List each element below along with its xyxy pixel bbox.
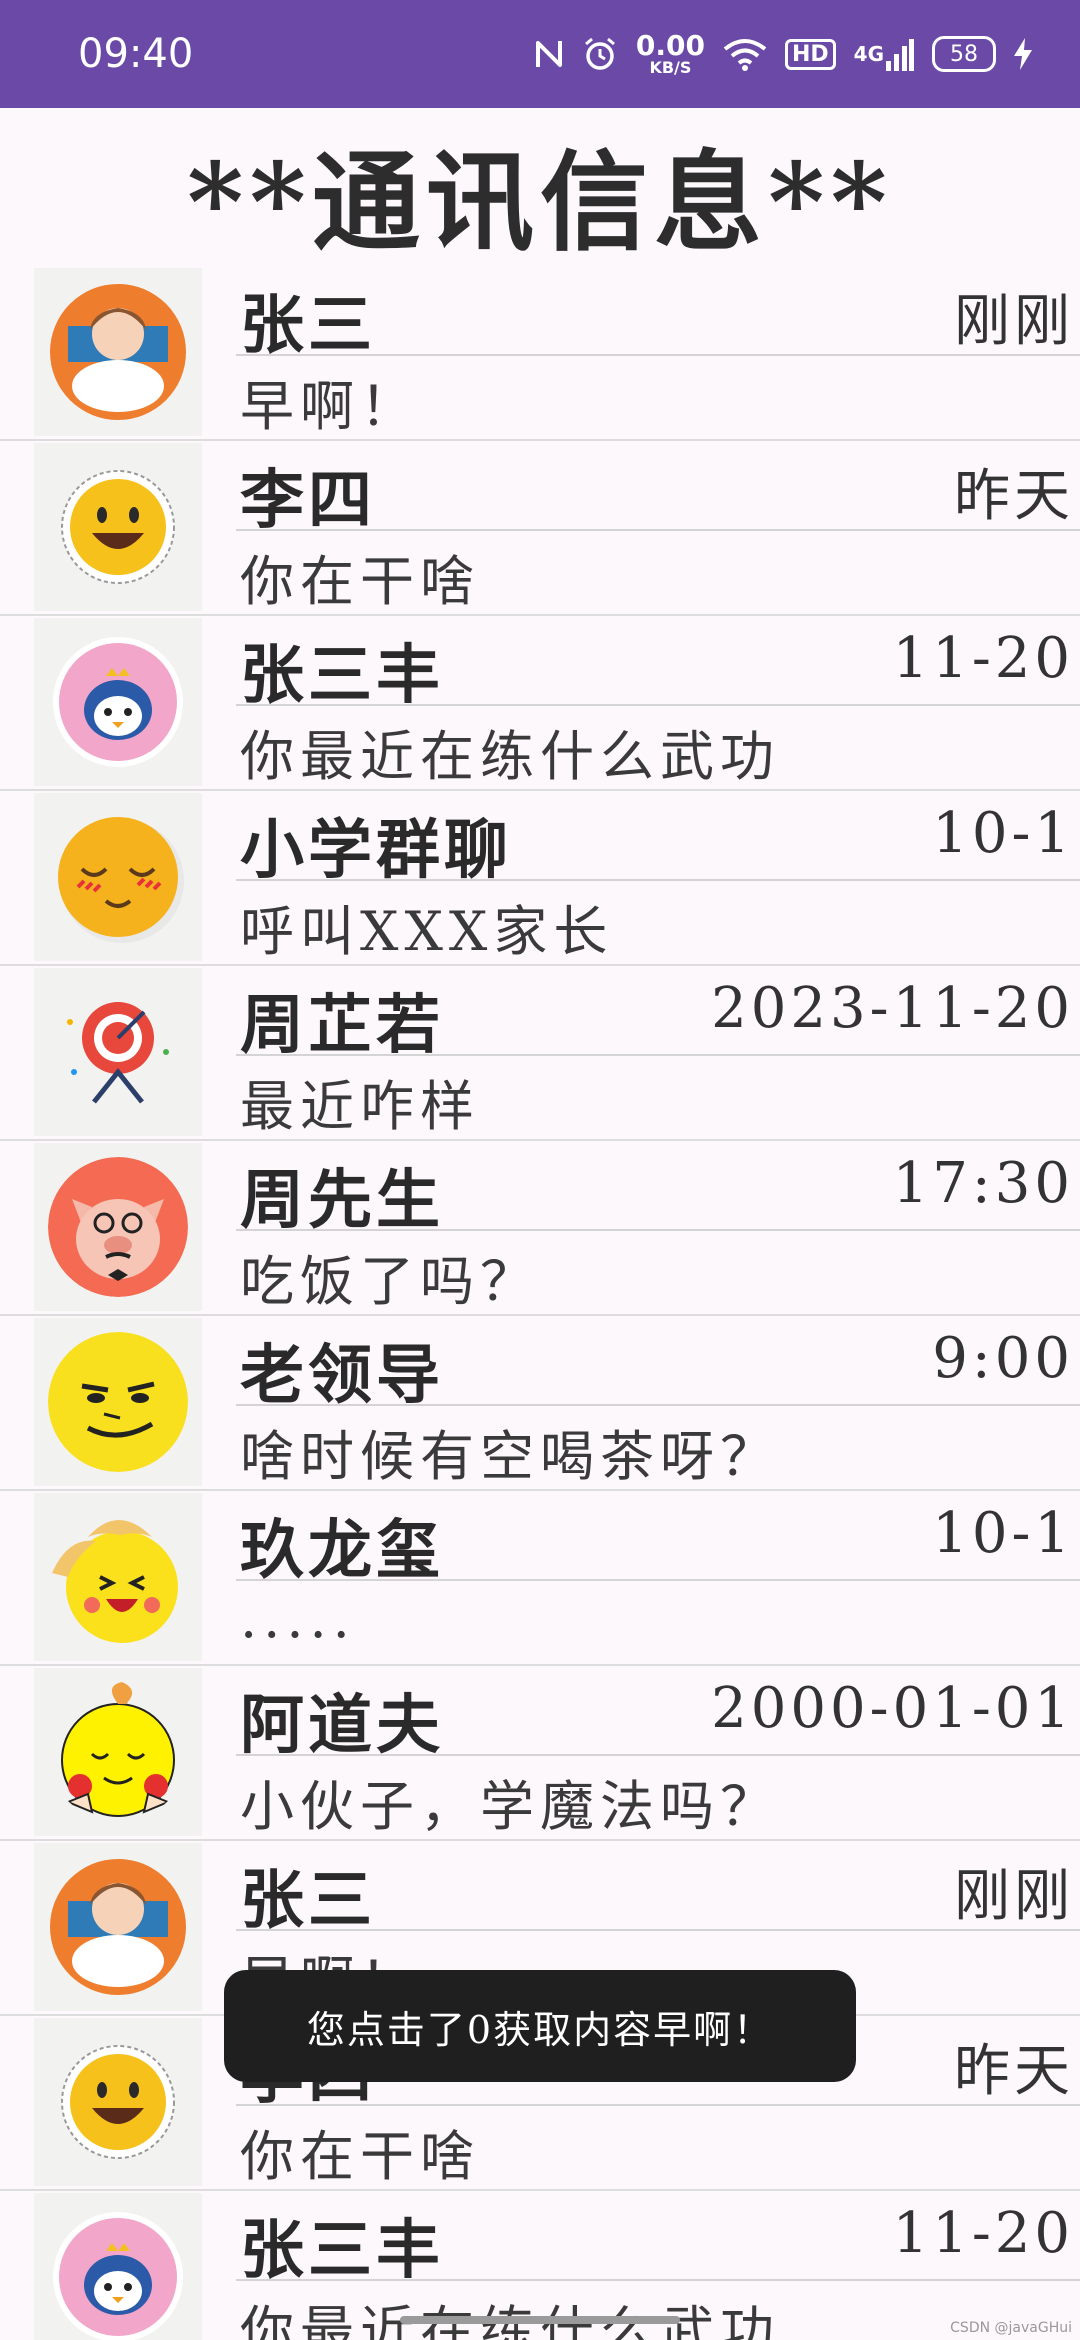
contact-message: 你在干啥 — [240, 2125, 480, 2188]
avatar — [34, 268, 202, 436]
battery-level: 58 — [932, 36, 996, 72]
avatar — [34, 1668, 202, 1836]
girl-avatar-icon — [48, 1857, 188, 1997]
row-divider — [236, 354, 1080, 356]
contact-message: 你最近在练什么武功 — [240, 725, 780, 788]
avatar — [34, 2193, 202, 2340]
row-divider — [236, 1754, 1080, 1756]
contact-message: 呼叫XXX家长 — [240, 900, 614, 963]
avatar — [34, 1318, 202, 1486]
contact-time: 刚刚 — [954, 289, 1074, 354]
contact-message: 啥时候有空喝茶呀？ — [240, 1425, 780, 1488]
contact-row[interactable]: 阿道夫 2000-01-01 小伙子，学魔法吗？ — [0, 1666, 1080, 1841]
gesture-nav-bar[interactable] — [400, 2316, 680, 2324]
alarm-icon — [582, 36, 618, 72]
contact-time: 10-1 — [932, 801, 1074, 866]
contact-row[interactable]: 小学群聊 10-1 呼叫XXX家长 — [0, 791, 1080, 966]
contact-message: 吃饭了吗？ — [240, 1250, 540, 1313]
avatar — [34, 443, 202, 611]
contact-time: 10-1 — [932, 1501, 1074, 1566]
contact-message: 早啊！ — [240, 375, 420, 438]
contact-message: 小伙子，学魔法吗？ — [240, 1775, 780, 1838]
smirk-face-avatar-icon — [48, 1332, 188, 1472]
row-divider — [236, 1229, 1080, 1231]
row-divider — [236, 704, 1080, 706]
contact-name: 张三 — [240, 1863, 376, 1938]
contact-name: 周芷若 — [240, 988, 444, 1063]
contact-message: ..... — [240, 1587, 356, 1650]
smiley-avatar-icon — [48, 2032, 188, 2172]
charging-icon — [1014, 38, 1032, 70]
net-speed-unit: KB/S — [649, 58, 692, 77]
contact-row[interactable]: 李四 昨天你在干啥 — [0, 441, 1080, 616]
contact-time: 2023-11-20 — [711, 976, 1074, 1041]
contact-name: 小学群聊 — [240, 813, 512, 888]
net-speed: 0.00 KB/S — [636, 32, 705, 76]
row-divider — [236, 529, 1080, 531]
row-divider — [236, 1579, 1080, 1581]
row-divider — [236, 1054, 1080, 1056]
contact-name: 李四 — [240, 463, 376, 538]
contact-time: 17:30 — [892, 1151, 1074, 1216]
avatar — [34, 2018, 202, 2186]
row-divider — [236, 1929, 1080, 1931]
penguin-avatar-icon — [48, 2207, 188, 2340]
target-avatar-icon — [48, 982, 188, 1122]
avatar — [34, 793, 202, 961]
hd-badge: HD — [784, 38, 836, 70]
contact-row[interactable]: 张三丰 11-20 你最近在练什么武功 — [0, 616, 1080, 791]
contact-row[interactable]: 周芷若 2023-11-20 最近咋样 — [0, 966, 1080, 1141]
wifi-icon — [723, 37, 767, 71]
row-divider — [236, 879, 1080, 881]
contact-name: 张三 — [240, 288, 376, 363]
avatar — [34, 1843, 202, 2011]
toast-message: 您点击了0获取内容早啊！ — [224, 1970, 856, 2082]
contact-row[interactable]: 周先生 17:30 吃饭了吗？ — [0, 1141, 1080, 1316]
page-title: **通讯信息** — [187, 140, 893, 266]
avatar — [34, 1143, 202, 1311]
contact-message: 最近咋样 — [240, 1075, 480, 1138]
contact-name: 周先生 — [240, 1163, 444, 1238]
contact-name: 张三丰 — [240, 638, 444, 713]
signal-icon: 4G — [854, 37, 914, 71]
contact-time: 昨天 — [954, 464, 1074, 529]
contact-message: 你最近在练什么武功 — [240, 2300, 780, 2340]
pointing-face-avatar-icon — [48, 1682, 188, 1822]
laughing-face-avatar-icon — [48, 1507, 188, 1647]
row-divider — [236, 2104, 1080, 2106]
avatar — [34, 1493, 202, 1661]
status-bar: 09:40 0.00 KB/S HD 4G 58 — [0, 0, 1080, 108]
contact-time: 11-20 — [892, 2201, 1074, 2266]
contact-message: 你在干啥 — [240, 550, 480, 613]
net-speed-value: 0.00 — [635, 29, 705, 62]
avatar — [34, 618, 202, 786]
contact-time: 昨天 — [954, 2039, 1074, 2104]
contact-row[interactable]: 老领导 9:00 啥时候有空喝茶呀？ — [0, 1316, 1080, 1491]
girl-avatar-icon — [48, 282, 188, 422]
contact-time: 9:00 — [932, 1326, 1074, 1391]
contact-name: 张三丰 — [240, 2213, 444, 2288]
status-time: 09:40 — [78, 31, 194, 77]
row-divider — [236, 2279, 1080, 2281]
watermark: CSDN @javaGHui — [950, 2320, 1072, 2336]
contact-name: 阿道夫 — [240, 1688, 444, 1763]
contact-time: 11-20 — [892, 626, 1074, 691]
signal-label: 4G — [853, 42, 884, 66]
contact-time: 2000-01-01 — [711, 1676, 1074, 1741]
contact-row[interactable]: 玖龙玺 10-1..... — [0, 1491, 1080, 1666]
nfc-icon — [534, 37, 564, 71]
pig-avatar-icon — [48, 1157, 188, 1297]
smiley-avatar-icon — [48, 457, 188, 597]
avatar — [34, 968, 202, 1136]
contact-time: 刚刚 — [954, 1864, 1074, 1929]
status-icons: 0.00 KB/S HD 4G 58 — [534, 32, 1032, 76]
contact-row[interactable]: 张三 刚刚早啊！ — [0, 266, 1080, 441]
penguin-avatar-icon — [48, 632, 188, 772]
contact-name: 老领导 — [240, 1338, 444, 1413]
row-divider — [236, 1404, 1080, 1406]
contact-name: 玖龙玺 — [240, 1513, 444, 1588]
sleepy-face-avatar-icon — [48, 807, 188, 947]
